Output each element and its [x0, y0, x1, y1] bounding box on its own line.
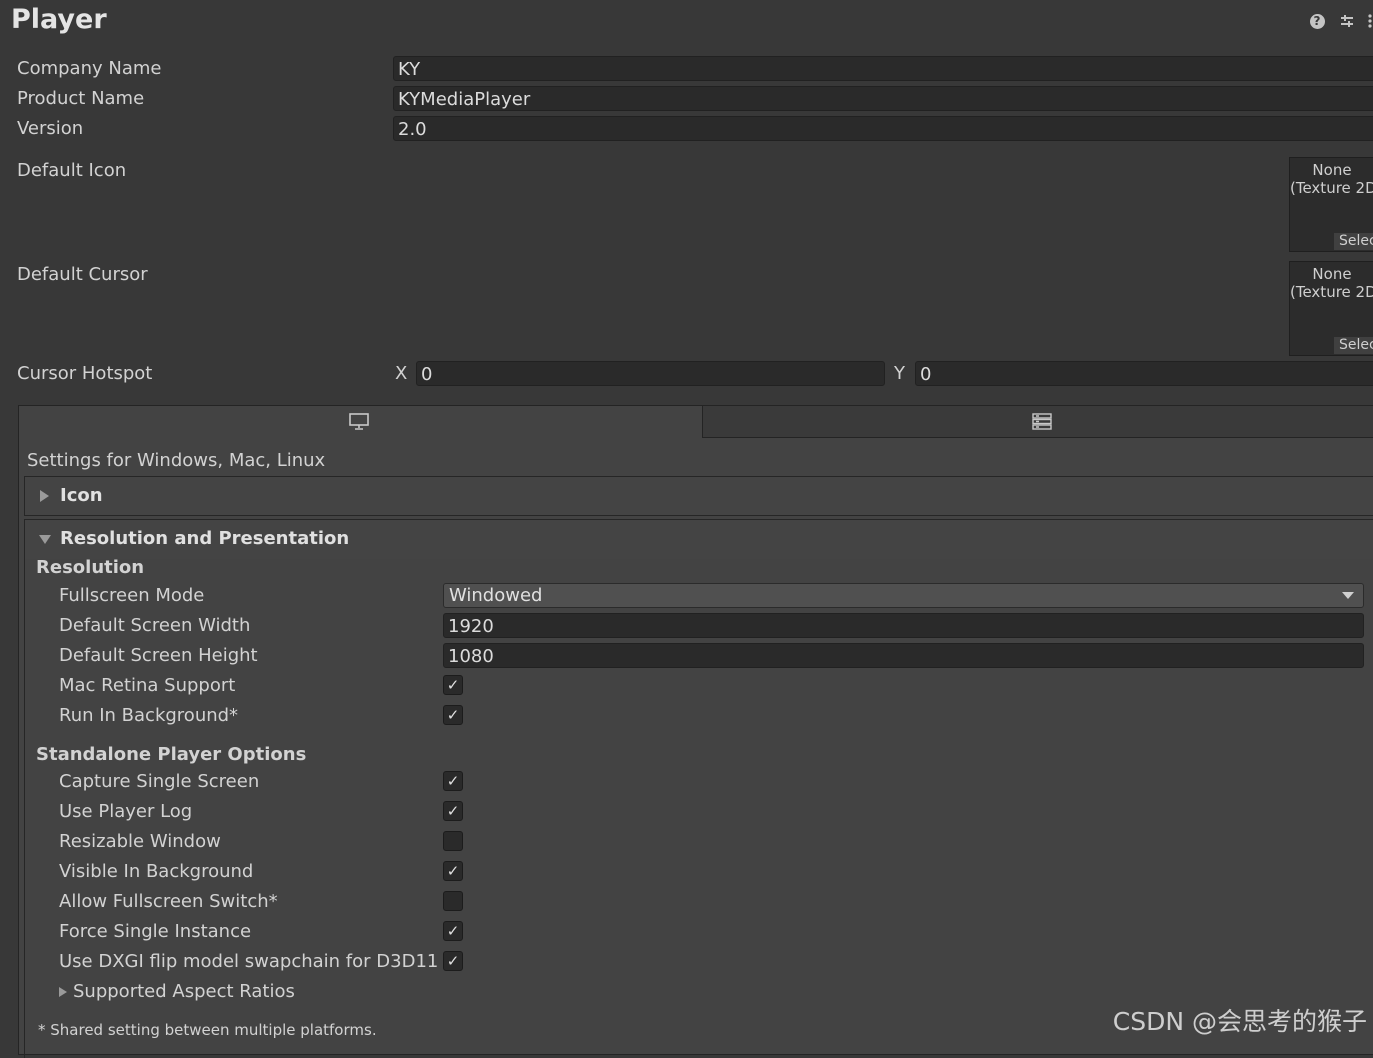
- shared-setting-footnote: * Shared setting between multiple platfo…: [38, 1021, 377, 1039]
- capture-single-screen-label: Capture Single Screen: [59, 771, 260, 792]
- default-screen-height-field[interactable]: 1080: [443, 643, 1364, 668]
- default-cursor-select-button[interactable]: Selec: [1334, 337, 1373, 354]
- supported-aspect-ratios-foldout[interactable]: Supported Aspect Ratios: [59, 981, 295, 1002]
- product-name-label: Product Name: [17, 88, 145, 109]
- server-icon: [1032, 413, 1052, 430]
- default-screen-width-label: Default Screen Width: [59, 615, 251, 636]
- default-icon-object-field[interactable]: None (Texture 2D Selec: [1289, 157, 1373, 252]
- resolution-heading: Resolution: [36, 557, 145, 578]
- default-icon-none: None: [1312, 161, 1352, 179]
- run-in-background-label: Run In Background*: [59, 705, 239, 726]
- presets-icon[interactable]: [1337, 10, 1357, 32]
- force-single-instance-checkbox[interactable]: ✓: [443, 921, 463, 941]
- fullscreen-mode-label: Fullscreen Mode: [59, 585, 205, 606]
- more-options-icon[interactable]: [1367, 10, 1373, 32]
- settings-for-label: Settings for Windows, Mac, Linux: [27, 450, 326, 471]
- help-icon[interactable]: ?: [1307, 10, 1327, 32]
- hotspot-x-label: X: [395, 363, 408, 384]
- default-screen-width-field[interactable]: 1920: [443, 613, 1364, 638]
- use-player-log-label: Use Player Log: [59, 801, 193, 822]
- mac-retina-support-checkbox[interactable]: ✓: [443, 675, 463, 695]
- tab-dedicated-server[interactable]: [703, 406, 1373, 438]
- hotspot-y-label: Y: [894, 363, 905, 384]
- dxgi-flip-model-label: Use DXGI flip model swapchain for D3D11: [59, 951, 439, 972]
- hotspot-y-field[interactable]: 0: [915, 361, 1373, 386]
- visible-in-background-label: Visible In Background: [59, 861, 254, 882]
- cursor-hotspot-label: Cursor Hotspot: [17, 363, 153, 384]
- company-name-label: Company Name: [17, 58, 162, 79]
- header-icons: ?: [1307, 10, 1373, 32]
- allow-fullscreen-switch-checkbox[interactable]: [443, 891, 463, 911]
- default-screen-height-label: Default Screen Height: [59, 645, 258, 666]
- default-cursor-label: Default Cursor: [17, 264, 148, 285]
- force-single-instance-label: Force Single Instance: [59, 921, 252, 942]
- dxgi-flip-model-checkbox[interactable]: ✓: [443, 951, 463, 971]
- mac-retina-support-label: Mac Retina Support: [59, 675, 236, 696]
- company-name-field[interactable]: KY: [393, 56, 1373, 81]
- default-cursor-object-field[interactable]: None (Texture 2D Selec: [1289, 261, 1373, 356]
- run-in-background-checkbox[interactable]: ✓: [443, 705, 463, 725]
- resolution-section-header[interactable]: Resolution and Presentation: [24, 519, 1373, 559]
- supported-aspect-ratios-label: Supported Aspect Ratios: [73, 981, 295, 1002]
- default-icon-label: Default Icon: [17, 160, 127, 181]
- icon-section-title: Icon: [60, 485, 103, 506]
- resizable-window-label: Resizable Window: [59, 831, 221, 852]
- monitor-icon: [349, 413, 369, 430]
- product-name-field[interactable]: KYMediaPlayer: [393, 86, 1373, 111]
- icon-section-header[interactable]: Icon: [24, 476, 1373, 516]
- allow-fullscreen-switch-label: Allow Fullscreen Switch*: [59, 891, 278, 912]
- resizable-window-checkbox[interactable]: [443, 831, 463, 851]
- standalone-options-heading: Standalone Player Options: [36, 744, 307, 765]
- foldout-collapsed-icon: [59, 986, 67, 997]
- tab-standalone[interactable]: [19, 406, 703, 438]
- capture-single-screen-checkbox[interactable]: ✓: [443, 771, 463, 791]
- default-cursor-type: (Texture 2D: [1290, 283, 1373, 301]
- inspector-title: Player: [11, 4, 107, 35]
- default-icon-type: (Texture 2D: [1290, 179, 1373, 197]
- foldout-collapsed-icon: [40, 490, 49, 502]
- visible-in-background-checkbox[interactable]: ✓: [443, 861, 463, 881]
- default-cursor-none: None: [1312, 265, 1352, 283]
- fullscreen-mode-dropdown[interactable]: Windowed: [443, 583, 1364, 608]
- watermark: CSDN @会思考的猴子: [1112, 1007, 1367, 1036]
- hotspot-x-field[interactable]: 0: [416, 361, 885, 386]
- dropdown-arrow-icon: [1342, 592, 1354, 599]
- platform-tab-bar: [19, 406, 1373, 438]
- resolution-section-title: Resolution and Presentation: [60, 528, 350, 549]
- use-player-log-checkbox[interactable]: ✓: [443, 801, 463, 821]
- version-label: Version: [17, 118, 84, 139]
- default-icon-select-button[interactable]: Selec: [1334, 233, 1373, 250]
- version-field[interactable]: 2.0: [393, 116, 1373, 141]
- fullscreen-mode-value: Windowed: [449, 585, 543, 606]
- foldout-expanded-icon: [39, 535, 51, 544]
